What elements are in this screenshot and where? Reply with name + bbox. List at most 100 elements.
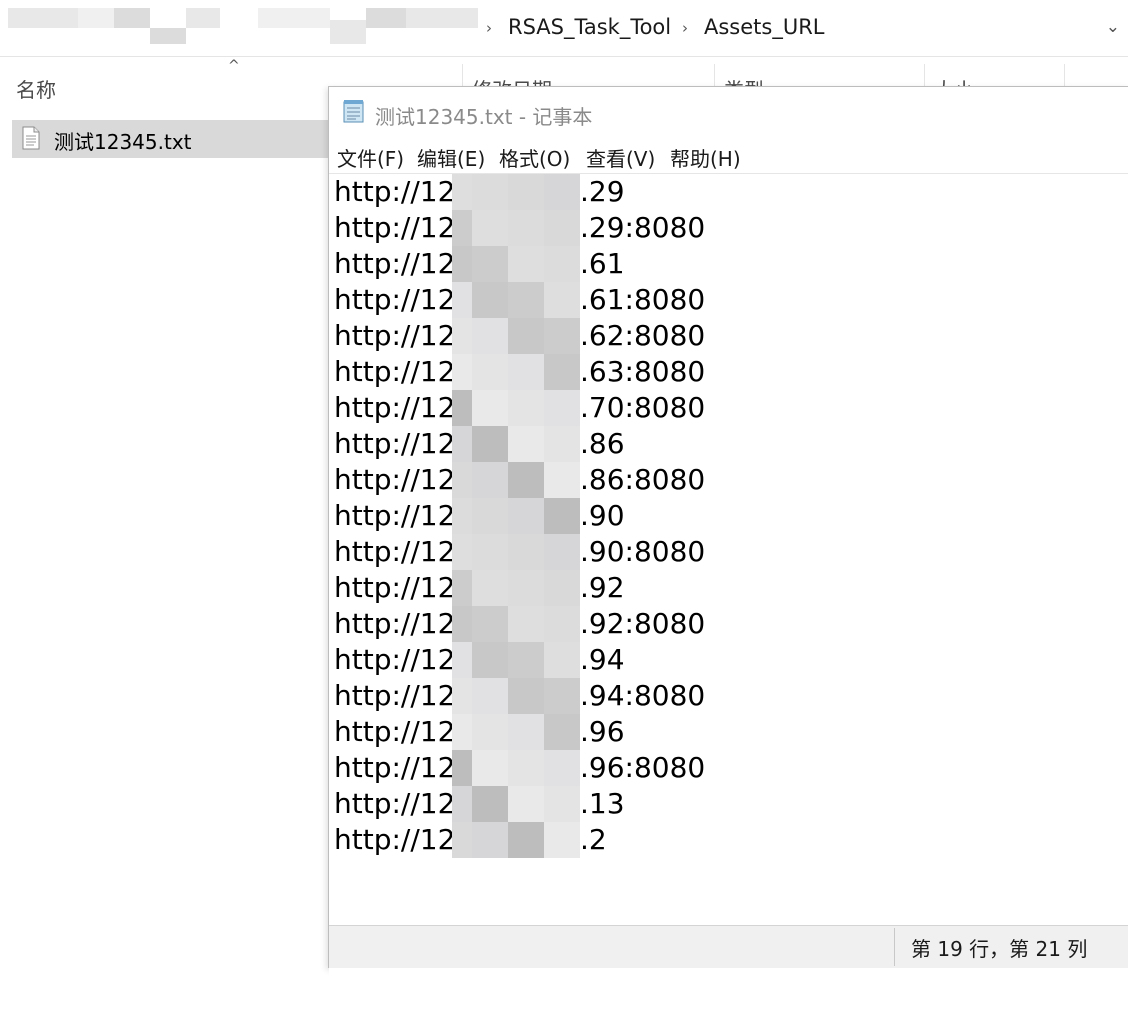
redacted-path-segment (366, 8, 406, 28)
file-name: 测试12345.txt (54, 130, 192, 154)
column-header-name[interactable]: 名称 (16, 74, 56, 103)
menu-format[interactable]: 格式(O) (499, 143, 570, 172)
text-line: http://12 .63:8080 (334, 354, 705, 390)
url-suffix: .90 (580, 499, 625, 532)
redacted-path-segment (78, 8, 114, 28)
url-suffix: .29:8080 (580, 211, 706, 244)
text-line: http://12 .13 (334, 786, 705, 822)
text-line: http://12 .90:8080 (334, 534, 705, 570)
text-line: http://12 .29:8080 (334, 210, 705, 246)
notepad-window[interactable]: 测试12345.txt - 记事本 文件(F) 编辑(E) 格式(O) 查看(V… (328, 86, 1128, 1012)
text-file-icon (22, 126, 40, 150)
redacted-ip-segment (452, 354, 580, 390)
url-prefix: http://12 (334, 427, 456, 460)
notepad-icon (343, 100, 364, 123)
redacted-ip-segment (452, 174, 580, 210)
url-prefix: http://12 (334, 211, 456, 244)
text-line: http://12 .86 (334, 426, 705, 462)
url-suffix: .62:8080 (580, 319, 706, 352)
url-suffix: .96:8080 (580, 751, 706, 784)
text-line: http://12 .92:8080 (334, 606, 705, 642)
redacted-path-segment (330, 20, 366, 44)
menu-file[interactable]: 文件(F) (337, 143, 404, 172)
url-prefix: http://12 (334, 823, 456, 856)
url-prefix: http://12 (334, 175, 456, 208)
text-editor[interactable]: http://12 .29 http://12 .29:8080 http://12 .6… (329, 173, 1128, 1012)
url-prefix: http://12 (334, 499, 456, 532)
status-divider (894, 928, 895, 966)
cursor-position: 第 19 行，第 21 列 (911, 937, 1088, 961)
address-bar[interactable]: › RSAS_Task_Tool › Assets_URL ⌄ (0, 0, 1128, 57)
redacted-ip-segment (452, 390, 580, 426)
url-prefix: http://12 (334, 247, 456, 280)
sort-up-icon: ^ (228, 58, 240, 74)
url-prefix: http://12 (334, 535, 456, 568)
url-suffix: .86:8080 (580, 463, 706, 496)
text-line: http://12 .70:8080 (334, 390, 705, 426)
chevron-right-icon: › (682, 19, 688, 37)
title-bar[interactable]: 测试12345.txt - 记事本 (329, 87, 1128, 139)
redacted-path-segment (258, 8, 330, 28)
url-suffix: .90:8080 (580, 535, 706, 568)
url-suffix: .13 (580, 787, 625, 820)
url-suffix: .94 (580, 643, 625, 676)
text-line: http://12 .96:8080 (334, 750, 705, 786)
redacted-path-segment (406, 8, 478, 28)
redacted-ip-segment (452, 750, 580, 786)
text-line: http://12 .94:8080 (334, 678, 705, 714)
url-suffix: .96 (580, 715, 625, 748)
redacted-ip-segment (452, 534, 580, 570)
redacted-ip-segment (452, 606, 580, 642)
text-line: http://12 .90 (334, 498, 705, 534)
url-prefix: http://12 (334, 679, 456, 712)
text-line: http://12 .62:8080 (334, 318, 705, 354)
menu-help[interactable]: 帮助(H) (670, 143, 741, 172)
redacted-ip-segment (452, 246, 580, 282)
redacted-path-segment (186, 8, 220, 28)
text-line: http://12 .2 (334, 822, 705, 858)
url-suffix: .92:8080 (580, 607, 706, 640)
url-prefix: http://12 (334, 715, 456, 748)
redacted-ip-segment (452, 462, 580, 498)
redacted-ip-segment (452, 642, 580, 678)
breadcrumb-item-rsas-task-tool[interactable]: RSAS_Task_Tool (508, 15, 671, 39)
url-prefix: http://12 (334, 319, 456, 352)
breadcrumb-item-assets-url[interactable]: Assets_URL (704, 15, 825, 39)
url-suffix: .61:8080 (580, 283, 706, 316)
url-suffix: .70:8080 (580, 391, 706, 424)
text-line: http://12 .61 (334, 246, 705, 282)
url-prefix: http://12 (334, 391, 456, 424)
chevron-down-icon[interactable]: ⌄ (1106, 17, 1120, 37)
redacted-ip-segment (452, 210, 580, 246)
chevron-right-icon: › (486, 19, 492, 37)
file-list-item[interactable]: 测试12345.txt (12, 120, 342, 158)
redacted-ip-segment (452, 714, 580, 750)
redacted-ip-segment (452, 786, 580, 822)
url-prefix: http://12 (334, 571, 456, 604)
text-line: http://12 .86:8080 (334, 462, 705, 498)
url-prefix: http://12 (334, 463, 456, 496)
redacted-ip-segment (452, 282, 580, 318)
url-prefix: http://12 (334, 355, 456, 388)
text-line: http://12 .61:8080 (334, 282, 705, 318)
redacted-ip-segment (452, 426, 580, 462)
menu-edit[interactable]: 编辑(E) (417, 143, 485, 172)
url-suffix: .92 (580, 571, 625, 604)
url-prefix: http://12 (334, 607, 456, 640)
redacted-ip-segment (452, 498, 580, 534)
url-prefix: http://12 (334, 643, 456, 676)
text-line: http://12 .92 (334, 570, 705, 606)
text-lines: http://12 .29 http://12 .29:8080 http://12 .6… (334, 174, 705, 858)
url-suffix: .29 (580, 175, 625, 208)
url-prefix: http://12 (334, 751, 456, 784)
menu-view[interactable]: 查看(V) (586, 143, 655, 172)
url-suffix: .86 (580, 427, 625, 460)
redacted-ip-segment (452, 822, 580, 858)
url-suffix: .94:8080 (580, 679, 706, 712)
redacted-path-segment (150, 28, 186, 44)
redacted-ip-segment (452, 570, 580, 606)
text-line: http://12 .96 (334, 714, 705, 750)
url-suffix: .63:8080 (580, 355, 706, 388)
text-line: http://12 .29 (334, 174, 705, 210)
menu-bar: 文件(F) 编辑(E) 格式(O) 查看(V) 帮助(H) (329, 139, 1128, 173)
